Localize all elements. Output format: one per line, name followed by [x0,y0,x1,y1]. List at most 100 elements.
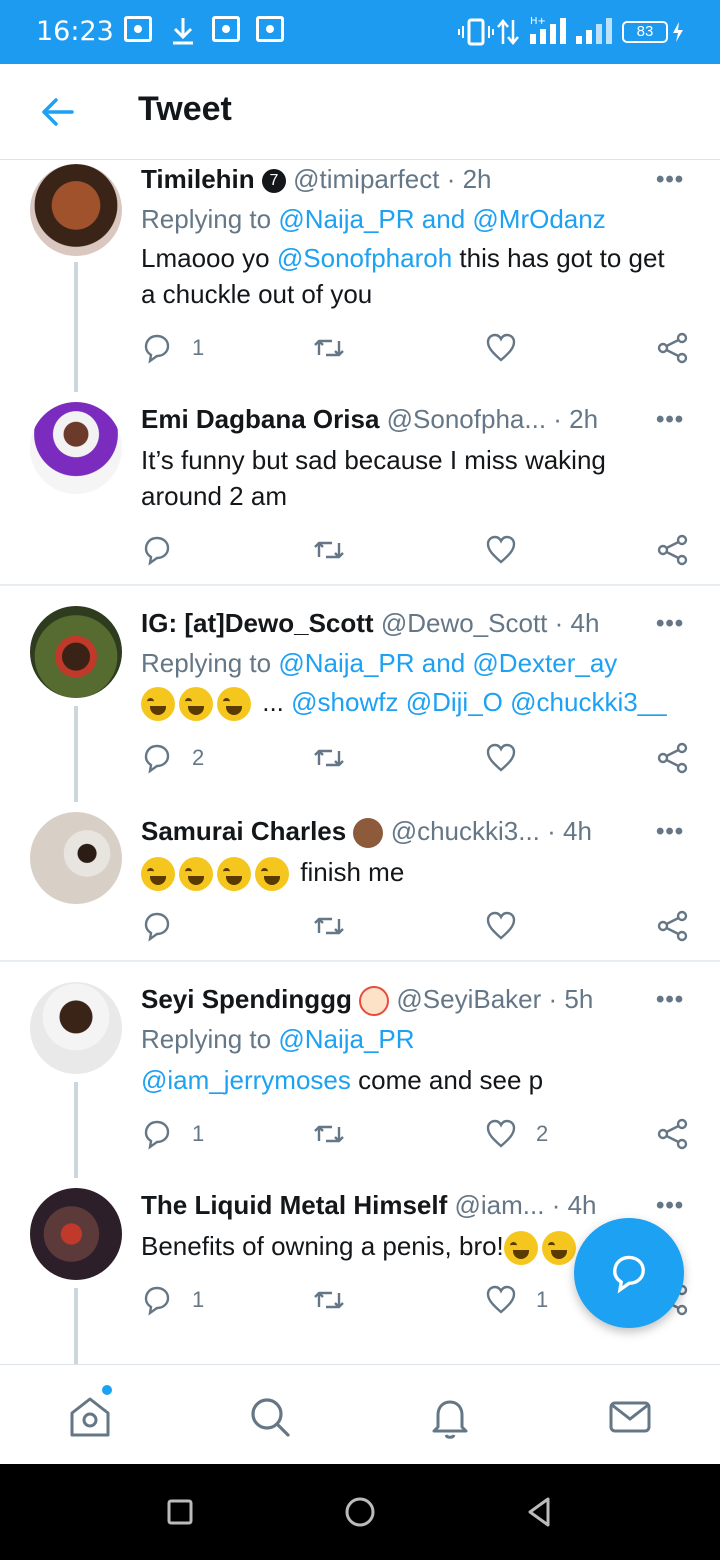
share-icon [657,332,688,364]
retweet-icon [314,1125,344,1143]
like-button[interactable] [484,530,536,570]
reply-icon [144,744,170,774]
share-button[interactable] [656,530,690,570]
avatar[interactable] [30,982,122,1074]
tweet-time: · 2h [553,404,599,434]
like-button[interactable] [484,906,536,946]
retweet-button[interactable] [312,328,346,368]
display-name[interactable]: Timilehin [141,164,255,194]
reply-button[interactable]: 1 [140,1114,204,1154]
reply-icon [144,1120,170,1150]
notifications-bell-icon[interactable] [426,1393,474,1441]
back-triangle-icon[interactable] [522,1494,558,1530]
share-button[interactable] [656,328,690,368]
messages-envelope-icon[interactable] [606,1393,654,1441]
share-icon [657,742,688,774]
tweet-text: It’s funny but sad because I miss waking… [141,445,606,511]
search-icon[interactable] [246,1393,294,1441]
reply-icon [144,912,170,942]
display-name[interactable]: Seyi Spendinggg [141,984,352,1014]
data-arrows-icon [496,18,520,46]
tweet-actions [0,906,720,946]
more-options-icon[interactable]: ••• [656,986,684,1014]
recent-apps-icon[interactable] [162,1494,198,1530]
vibrate-icon [458,18,494,46]
share-button[interactable] [656,906,690,946]
like-button[interactable]: 2 [484,1114,548,1154]
reply-button[interactable]: 2 [140,738,204,778]
display-name[interactable]: Samurai Charles [141,816,346,846]
mention-link[interactable]: @Diji_O [406,687,503,717]
user-handle: @Sonofpha... [386,404,547,434]
retweet-button[interactable] [312,530,346,570]
reply-button[interactable]: 1 [140,1280,204,1320]
mention-link[interactable]: @Dexter_ay [472,648,617,678]
avatar[interactable] [30,1188,122,1280]
mention-link[interactable]: @Naija_PR [278,648,414,678]
tweet-text: @iam_jerrymoses come and see p [141,1065,544,1095]
user-handle: @chuckki3... [390,816,540,846]
retweet-button[interactable] [312,1280,346,1320]
system-navigation-bar [0,1464,720,1560]
retweet-icon [314,917,344,935]
reply-button[interactable] [140,530,192,570]
more-options-icon[interactable]: ••• [656,610,684,638]
more-options-icon[interactable]: ••• [656,406,684,434]
display-name[interactable]: IG: [at]Dewo_Scott [141,608,374,638]
signal-icon: H+ [528,14,570,44]
notification-icon [256,16,284,42]
display-name[interactable]: Emi Dagbana Orisa [141,404,379,434]
retweet-button[interactable] [312,906,346,946]
retweet-button[interactable] [312,738,346,778]
user-handle: @Dewo_Scott [380,608,548,638]
heart-icon [486,535,516,564]
home-circle-icon[interactable] [342,1494,378,1530]
mention-link[interactable]: @iam_jerrymoses [141,1065,351,1095]
mention-link[interactable]: @chuckki3__ [510,687,666,717]
avatar[interactable] [30,402,122,494]
heart-icon [486,333,516,362]
laughing-emoji-icon [541,1231,576,1266]
clown-emoji-icon [359,986,390,1017]
like-button[interactable] [484,328,536,368]
laughing-emoji-icon [141,857,175,892]
heart-icon [486,743,516,772]
like-button[interactable] [484,738,536,778]
back-arrow-icon[interactable] [38,92,78,132]
avatar[interactable] [30,812,122,904]
replying-to: Replying to @Naija_PR and @MrOdanz [141,204,606,234]
home-icon[interactable] [66,1393,114,1441]
more-options-icon[interactable]: ••• [656,166,684,194]
display-name[interactable]: The Liquid Metal Himself [141,1190,447,1220]
notification-icon [124,16,152,42]
mention-link[interactable]: @Naija_PR [278,204,414,234]
top-app-bar: Tweet [0,64,720,160]
retweet-icon [314,339,344,357]
bottom-navigation [0,1364,720,1464]
compose-reply-button[interactable] [574,1218,684,1328]
share-icon [657,910,688,942]
reply-button[interactable]: 1 [140,328,204,368]
retweet-icon [314,541,344,559]
mention-link[interactable]: @MrOdanz [472,204,605,234]
status-time: 16:23 [36,16,114,47]
share-button[interactable] [656,1114,690,1154]
notification-icon [212,16,240,42]
retweet-button[interactable] [312,1114,346,1154]
more-options-icon[interactable]: ••• [656,1192,684,1220]
mention-link[interactable]: @showfz [291,687,398,717]
like-button[interactable]: 1 [484,1280,548,1320]
mention-link[interactable]: @Sonofpharoh [277,243,452,273]
mention-link[interactable]: @Naija_PR [278,1024,414,1054]
reply-icon [144,1286,170,1316]
tweet-actions: 2 [0,738,720,778]
share-button[interactable] [656,738,690,778]
heart-icon [486,1119,516,1148]
avatar[interactable] [30,606,122,698]
avatar[interactable] [30,164,122,256]
tweet-time: · 2h [446,164,492,194]
retweet-icon [314,1291,344,1309]
tweet-actions: 1 2 [0,1114,720,1154]
reply-button[interactable] [140,906,192,946]
more-options-icon[interactable]: ••• [656,818,684,846]
